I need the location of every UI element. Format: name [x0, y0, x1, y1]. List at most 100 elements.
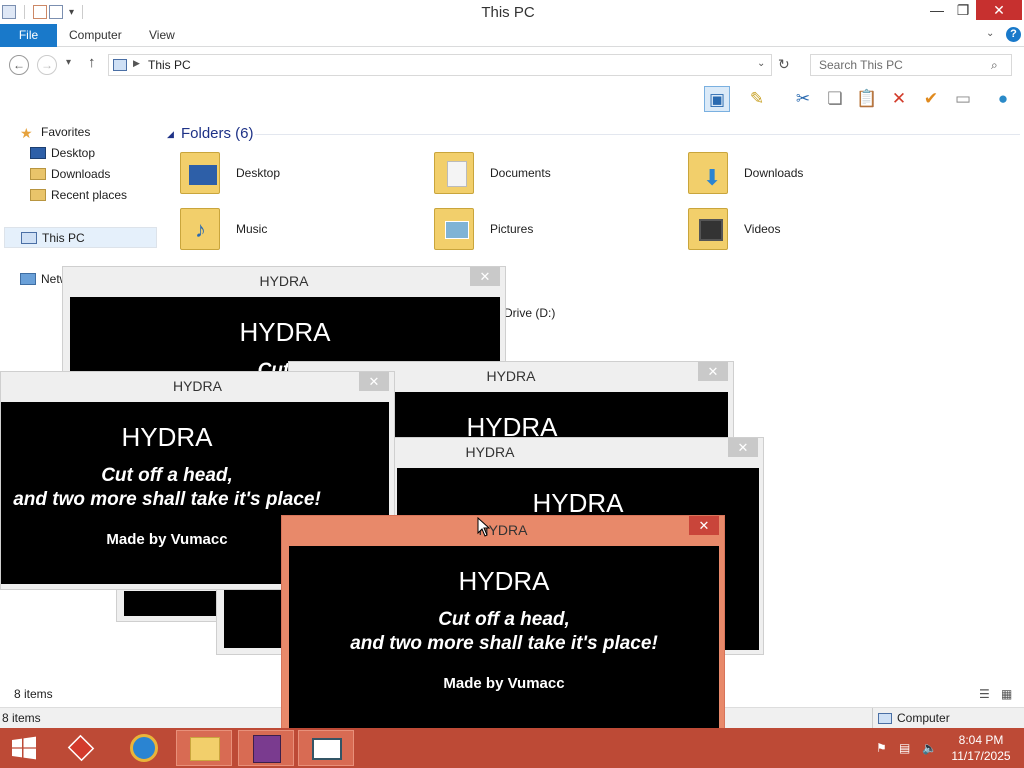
folder-music[interactable]: ♪ Music [180, 204, 400, 254]
breadcrumb-chevron-icon[interactable]: ▶ [133, 58, 140, 69]
window-app-icon [312, 738, 342, 760]
folder-downloads[interactable]: ⬇ Downloads [688, 148, 908, 198]
nav-label: Downloads [51, 167, 111, 181]
nav-recent-places[interactable]: Recent places [30, 185, 127, 206]
ribbon-expand-icon[interactable]: ⌄ [986, 28, 994, 39]
window-title: This PC [481, 4, 535, 21]
check-icon[interactable]: ✔ [918, 86, 944, 112]
status-computer-label: Computer [897, 711, 950, 725]
preview-pane-icon[interactable]: ▣ [704, 86, 730, 112]
taskbar-hydra-app[interactable] [298, 730, 354, 766]
folder-documents[interactable]: Documents [434, 148, 654, 198]
folder-label: Music [236, 222, 268, 236]
recent-locations-icon[interactable]: ▾ [66, 57, 71, 68]
clock-date: 11/17/2025 [951, 749, 1011, 763]
hydra-heading: HYDRA [239, 317, 331, 347]
mouse-cursor-icon [477, 517, 491, 537]
hydra-heading: HYDRA [458, 566, 550, 596]
pictures-folder-icon [434, 208, 474, 250]
taskbar-app-1[interactable] [54, 730, 110, 766]
hydra-close-button[interactable]: ✕ [359, 372, 389, 391]
app-box-icon [67, 734, 95, 762]
nav-label: This PC [42, 231, 85, 245]
hydra-heading: HYDRA [121, 422, 213, 452]
address-dropdown-icon[interactable]: ⌄ [757, 58, 765, 69]
hydra-close-button[interactable]: ✕ [470, 267, 500, 286]
cut-icon[interactable]: ✂ [790, 86, 816, 112]
taskbar-winrar[interactable] [238, 730, 294, 766]
hydra-body [124, 591, 216, 616]
nav-favorites[interactable]: ★ Favorites [20, 122, 90, 143]
star-icon: ★ [20, 125, 33, 141]
back-arrow-icon[interactable]: ← [9, 55, 29, 75]
details-view-icon[interactable]: ☰ [979, 687, 990, 701]
hydra-close-button[interactable]: ✕ [698, 362, 728, 381]
address-box[interactable]: ▶ This PC ⌄ [108, 54, 772, 76]
hydra-line2: and two more shall take it's place! [13, 489, 321, 510]
network-tray-icon[interactable]: ▤ [899, 741, 910, 755]
action-center-flag-icon[interactable]: ⚑ [876, 741, 887, 755]
drive-d-label[interactable]: Drive (D:) [504, 306, 555, 320]
collapse-group-icon[interactable]: ◢ [167, 129, 174, 140]
clock[interactable]: 8:04 PM 11/17/2025 [946, 733, 1016, 763]
tab-view[interactable]: View [149, 24, 175, 47]
status-divider [872, 708, 873, 729]
volume-muted-icon[interactable]: 🔈 [922, 741, 937, 755]
taskbar-file-explorer[interactable] [176, 730, 232, 766]
nav-desktop[interactable]: Desktop [30, 143, 95, 164]
hydra-line1: Cut off a head, [438, 609, 570, 630]
folder-label: Documents [490, 166, 551, 180]
archive-icon [253, 735, 281, 763]
forward-arrow-icon[interactable]: → [37, 55, 57, 75]
nav-this-pc[interactable]: This PC [4, 227, 157, 248]
paste-icon[interactable]: 📋 [854, 86, 880, 112]
search-input[interactable]: Search This PC ⌕ [810, 54, 1012, 76]
hydra-close-button[interactable]: ✕ [728, 438, 758, 457]
nav-label: Desktop [51, 146, 96, 160]
taskbar: ⚑ ▤ 🔈 8:04 PM 11/17/2025 [0, 728, 1024, 768]
maximize-button[interactable]: ❐ [946, 0, 980, 20]
copy-icon[interactable]: ❏ [822, 86, 848, 112]
desktop-icon [30, 147, 46, 159]
refresh-icon[interactable]: ↻ [778, 56, 790, 73]
documents-folder-icon [434, 152, 474, 194]
start-button[interactable] [0, 730, 48, 766]
large-icons-view-icon[interactable]: ▦ [1001, 687, 1012, 701]
folder-label: Pictures [490, 222, 534, 236]
downloads-folder-icon [30, 168, 46, 180]
recent-places-icon [30, 189, 46, 201]
ribbon-tabs: File Computer View ⌄ ? [0, 24, 1024, 47]
rename-icon[interactable]: ▭ [950, 86, 976, 112]
windows-logo-icon [12, 736, 36, 760]
folder-desktop[interactable]: Desktop [180, 148, 400, 198]
address-bar-row: ← → ▾ ↑ ▶ This PC ⌄ ↻ Search This PC ⌕ [0, 47, 1024, 83]
folders-group-header[interactable]: Folders (6) [181, 125, 254, 142]
help-icon[interactable]: ? [1006, 27, 1021, 42]
network-icon [20, 273, 36, 285]
hydra-line1: Cut off a head, [101, 465, 233, 486]
tab-computer[interactable]: Computer [69, 24, 122, 47]
close-button[interactable]: ✕ [976, 0, 1022, 20]
desktop-folder-icon [180, 152, 220, 194]
up-arrow-icon[interactable]: ↑ [88, 54, 96, 71]
folder-label: Desktop [236, 166, 281, 180]
hydra-title: HYDRA [172, 378, 222, 394]
address-text: This PC [148, 58, 191, 72]
folder-label: Downloads [744, 166, 804, 180]
hydra-body-left [224, 590, 284, 648]
folder-videos[interactable]: Videos [688, 204, 908, 254]
nav-downloads[interactable]: Downloads [30, 164, 110, 185]
hydra-title: HYDRA [259, 273, 309, 289]
explorer-title-bar: ▾ This PC — ❐ ✕ [0, 0, 1024, 24]
hydra-popup-active[interactable]: HYDRA ✕ HYDRA Cut off a head, and two mo… [281, 515, 725, 734]
folder-pictures[interactable]: Pictures [434, 204, 654, 254]
search-placeholder: Search This PC [819, 58, 903, 72]
globe-icon[interactable]: ● [990, 86, 1016, 112]
properties-folder-icon[interactable]: ✎ [744, 86, 770, 112]
computer-status-icon [878, 713, 892, 724]
taskbar-ie[interactable] [116, 730, 172, 766]
tab-file[interactable]: File [0, 24, 57, 47]
hydra-close-button[interactable]: ✕ [689, 516, 719, 535]
group-divider [255, 134, 1020, 135]
delete-icon[interactable]: ✕ [886, 86, 912, 112]
